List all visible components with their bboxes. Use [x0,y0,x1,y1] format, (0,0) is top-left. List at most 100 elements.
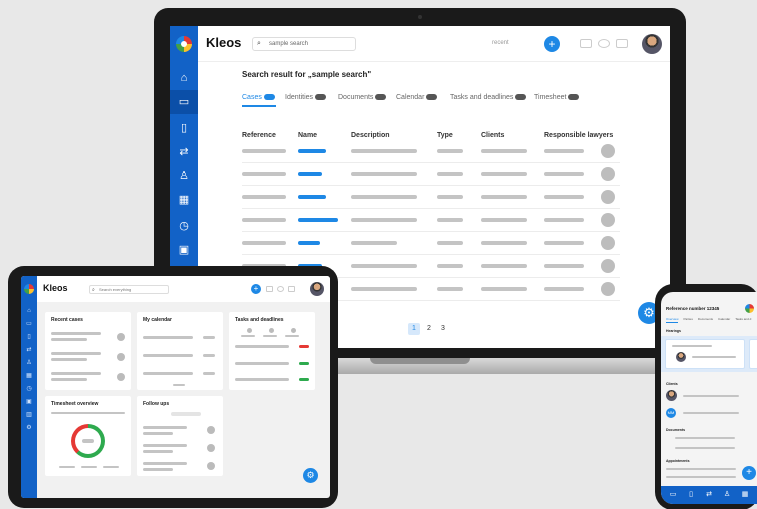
timer-icon[interactable]: ◷ [170,214,198,238]
cell-placeholder [481,149,527,153]
column-header-type[interactable]: Type [437,132,453,139]
tab-tasks[interactable]: Tasks and d [735,317,751,321]
person-icon[interactable]: ♙ [721,490,733,500]
folder-icon[interactable]: ▭ [21,319,37,330]
notification-icon[interactable] [616,39,628,48]
settings-icon[interactable]: ⚙ [21,423,37,434]
tab-tasks-and-deadlines[interactable]: Tasks and deadlines [450,94,527,101]
cell-placeholder [544,241,584,245]
document-icon[interactable]: ▯ [685,490,697,500]
home-icon[interactable]: ⌂ [170,66,198,90]
cell-placeholder [437,264,463,268]
lawyer-avatar [601,236,615,250]
money-icon[interactable]: ▣ [170,238,198,262]
settings-gear-icon[interactable]: ⚙ [303,468,318,483]
timesheet-overview-card[interactable]: Timesheet overview [45,396,131,476]
count-badge [315,94,327,101]
tab-calendar[interactable]: Calendar [718,317,730,321]
tab-cases[interactable]: Cases [242,94,275,101]
hearing-card[interactable] [749,339,757,369]
add-button[interactable]: + [251,284,261,294]
active-tab-indicator [666,322,678,323]
follow-ups-card[interactable]: Follow ups [137,396,223,476]
row-divider [242,208,620,209]
lawyer-avatar [601,213,615,227]
mail-icon[interactable] [266,286,273,292]
search-input[interactable]: ⌕ Search everything [89,285,169,294]
cell-placeholder [437,241,463,245]
cell-placeholder [481,195,527,199]
folder-icon[interactable]: ▭ [667,490,679,500]
column-header-name[interactable]: Name [298,132,317,139]
calendar-icon[interactable]: ▦ [170,188,198,212]
calendar-icon[interactable]: ▦ [739,490,751,500]
person-icon[interactable]: ♙ [21,358,37,369]
add-button[interactable]: + [544,36,560,52]
cell-placeholder [298,218,338,222]
transfer-icon[interactable]: ⇄ [21,345,37,356]
page-3-button[interactable]: 3 [437,323,449,335]
help-icon[interactable] [598,39,610,48]
count-badge [375,94,387,101]
card-title: Follow ups [143,401,170,407]
tab-identities[interactable]: Identities [285,94,327,101]
add-button[interactable]: + [742,466,756,480]
recent-cases-card[interactable]: Recent cases [45,312,131,390]
column-header-description[interactable]: Description [351,132,390,139]
cell-placeholder [544,264,584,268]
person-icon[interactable]: ♙ [170,164,198,188]
document-icon[interactable]: ▯ [21,332,37,343]
calendar-icon[interactable]: ▦ [21,371,37,382]
status-ok [299,378,309,381]
avatar [666,390,677,401]
transfer-icon[interactable]: ⇄ [170,140,198,164]
section-hearings: Hearings [666,329,681,333]
count-badge [568,94,580,101]
app-logo-icon [24,284,34,294]
tab-documents[interactable]: Documents [698,317,713,321]
cell-placeholder [351,287,417,291]
home-icon[interactable]: ⌂ [21,306,37,317]
timer-icon[interactable]: ◷ [21,384,37,395]
section-documents: Documents [666,428,686,432]
chart-icon[interactable]: ▥ [21,410,37,421]
user-avatar[interactable] [310,282,324,296]
active-tab-indicator [242,105,276,107]
tab-parties[interactable]: Parties [684,317,693,321]
folder-icon[interactable]: ▭ [170,90,198,114]
row-divider [242,185,620,186]
status-overdue [299,345,309,348]
column-header-reference[interactable]: Reference [242,132,276,139]
page-2-button[interactable]: 2 [423,323,435,335]
money-icon[interactable]: ▣ [21,397,37,408]
transfer-icon[interactable]: ⇄ [703,490,715,500]
search-icon: ⌕ [257,40,261,47]
phone-tabs: Overview Parties Documents Calendar Tasks an… [666,317,756,321]
help-icon[interactable] [277,286,284,292]
cell-placeholder [298,241,320,245]
tasks-and-deadlines-card[interactable]: Tasks and deadlines [229,312,315,390]
search-value: sample search [269,41,309,47]
page-1-button[interactable]: 1 [408,323,420,335]
tab-overview[interactable]: Overview [666,317,679,321]
tab-calendar[interactable]: Calendar [396,94,438,101]
section-appointments: Appointments [666,459,690,463]
card-title: Timesheet overview [51,401,99,407]
lawyer-avatar [601,190,615,204]
cell-placeholder [544,172,584,176]
document-icon[interactable]: ▯ [170,116,198,140]
tab-timesheet[interactable]: Timesheet [534,94,580,101]
status-ok [299,362,309,365]
mail-icon[interactable] [580,39,592,48]
hearing-card[interactable] [665,339,745,369]
recent-link[interactable]: recent [492,40,509,46]
column-header-responsible-lawyers[interactable]: Responsible lawyers [544,132,613,139]
notification-icon[interactable] [288,286,295,292]
user-avatar[interactable] [642,34,662,54]
cell-placeholder [544,218,584,222]
column-header-clients[interactable]: Clients [481,132,504,139]
my-calendar-card[interactable]: My calendar [137,312,223,390]
tab-documents[interactable]: Documents [338,94,387,101]
search-input[interactable]: ⌕ sample search [252,37,356,51]
search-placeholder: Search everything [99,287,132,292]
